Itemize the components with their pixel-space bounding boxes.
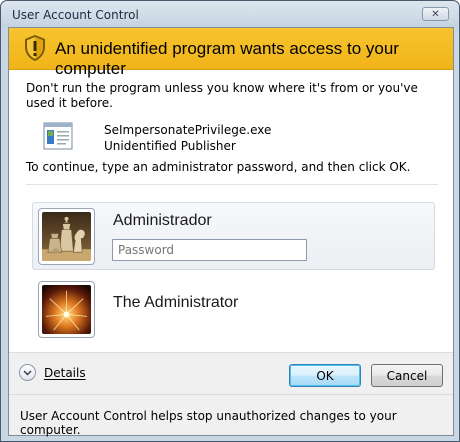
program-publisher: Unidentified Publisher [104,139,236,153]
cancel-button[interactable]: Cancel [371,364,443,387]
account-name: Administrador [113,212,212,229]
info-bar: User Account Control helps stop unauthor… [9,394,453,437]
account-name: The Administrator [113,294,239,311]
dialog-client-area: An unidentified program wants access to … [8,27,454,437]
chess-pieces-icon [42,212,91,261]
password-field[interactable] [112,239,307,261]
details-label: Details [44,365,86,380]
details-toggle[interactable]: Details [19,364,86,381]
fireworks-avatar [38,281,95,338]
chevron-down-icon [19,364,36,381]
uac-info-text: User Account Control helps stop unauthor… [20,409,397,437]
instruction-text: To continue, type an administrator passw… [26,160,411,174]
account-tile-administrador[interactable]: Administrador [32,202,435,270]
chess-pieces-avatar [38,208,95,265]
program-icon [43,122,73,150]
uac-dialog-window: User Account Control ✕ An unidentified p… [0,0,460,442]
window-title: User Account Control [12,8,139,22]
ok-button[interactable]: OK [289,364,361,387]
banner-title: An unidentified program wants access to … [55,39,399,78]
warning-text: Don't run the program unless you know wh… [26,81,418,110]
warning-banner: An unidentified program wants access to … [9,28,453,78]
close-icon: ✕ [431,8,440,20]
program-name: SeImpersonatePrivilege.exe [104,123,272,137]
divider [26,184,438,185]
fireworks-icon [42,285,91,334]
close-button[interactable]: ✕ [422,7,449,21]
button-bar: Details OK Cancel [9,352,453,394]
account-tile-the-administrator[interactable]: The Administrator [32,275,435,343]
shield-warning-icon [25,35,45,61]
title-bar[interactable]: User Account Control ✕ [1,1,459,27]
